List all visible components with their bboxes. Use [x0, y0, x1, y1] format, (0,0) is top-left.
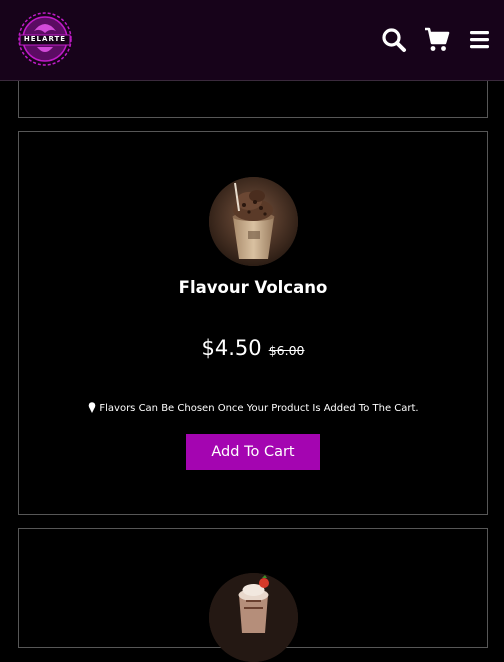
- logo-text: HELARTE: [23, 35, 67, 43]
- site-header: HELARTE: [0, 0, 504, 81]
- product-image[interactable]: [209, 177, 298, 266]
- ice-cream-icon: [89, 402, 96, 413]
- cart-icon[interactable]: [423, 26, 451, 54]
- search-icon[interactable]: [380, 26, 408, 54]
- helarte-logo[interactable]: HELARTE: [16, 11, 74, 67]
- product-card: Flavour Volcano $4.50 $6.00 Flavors Can …: [18, 131, 488, 515]
- product-old-price: $6.00: [268, 343, 305, 358]
- menu-icon[interactable]: [466, 26, 494, 54]
- price-row: $4.50 $6.00: [19, 336, 487, 360]
- product-price: $4.50: [201, 336, 262, 360]
- product-card-next: [18, 528, 488, 662]
- add-to-cart-button[interactable]: Add To Cart: [186, 434, 320, 470]
- flavor-note: Flavors Can Be Chosen Once Your Product …: [19, 402, 487, 414]
- flavor-note-text: Flavors Can Be Chosen Once Your Product …: [99, 403, 419, 414]
- next-product-image[interactable]: [209, 573, 298, 662]
- product-title[interactable]: Flavour Volcano: [19, 278, 487, 297]
- page-content: Flavour Volcano $4.50 $6.00 Flavors Can …: [0, 0, 504, 662]
